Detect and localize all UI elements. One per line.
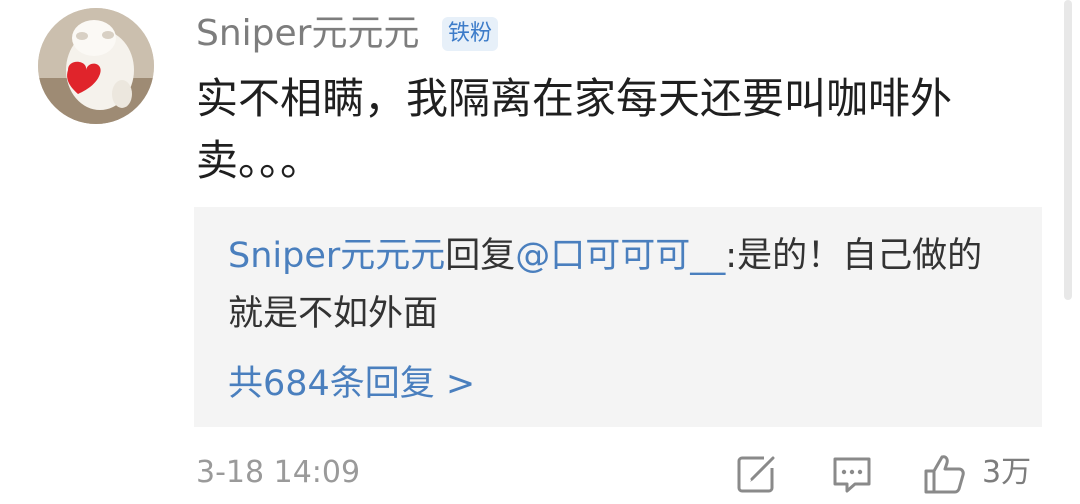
comment-bubble-icon [833,457,871,493]
comment-button[interactable] [830,452,874,496]
comment-username[interactable]: Sniper元元元 [196,8,419,60]
repost-button[interactable] [734,452,778,496]
edit-share-icon [737,456,775,493]
scrollbar[interactable] [1064,0,1072,300]
reply-mention[interactable]: @口可可可__ [515,236,725,276]
like-button[interactable] [922,452,968,496]
reply-text-block: Sniper元元元回复@口可可可__:是的！自己做的就是不如外面 [228,227,1008,343]
thumbs-up-icon [924,455,965,494]
comment-text: 实不相瞒，我隔离在家每天还要叫咖啡外卖。。。 [196,74,953,185]
fan-badge[interactable]: 铁粉 [442,17,499,51]
reply-verb: 回复 [445,236,516,276]
sheep-plush-avatar-icon [38,8,154,124]
like-count: 3万 [982,455,1032,490]
reply-box[interactable]: Sniper元元元回复@口可可可__:是的！自己做的就是不如外面 共684条回复… [194,207,1042,427]
reply-username[interactable]: Sniper元元元 [228,236,445,276]
avatar[interactable] [38,8,154,124]
comment-timestamp: 3-18 14:09 [196,455,361,490]
more-replies-link[interactable]: 共684条回复 > [228,355,475,413]
